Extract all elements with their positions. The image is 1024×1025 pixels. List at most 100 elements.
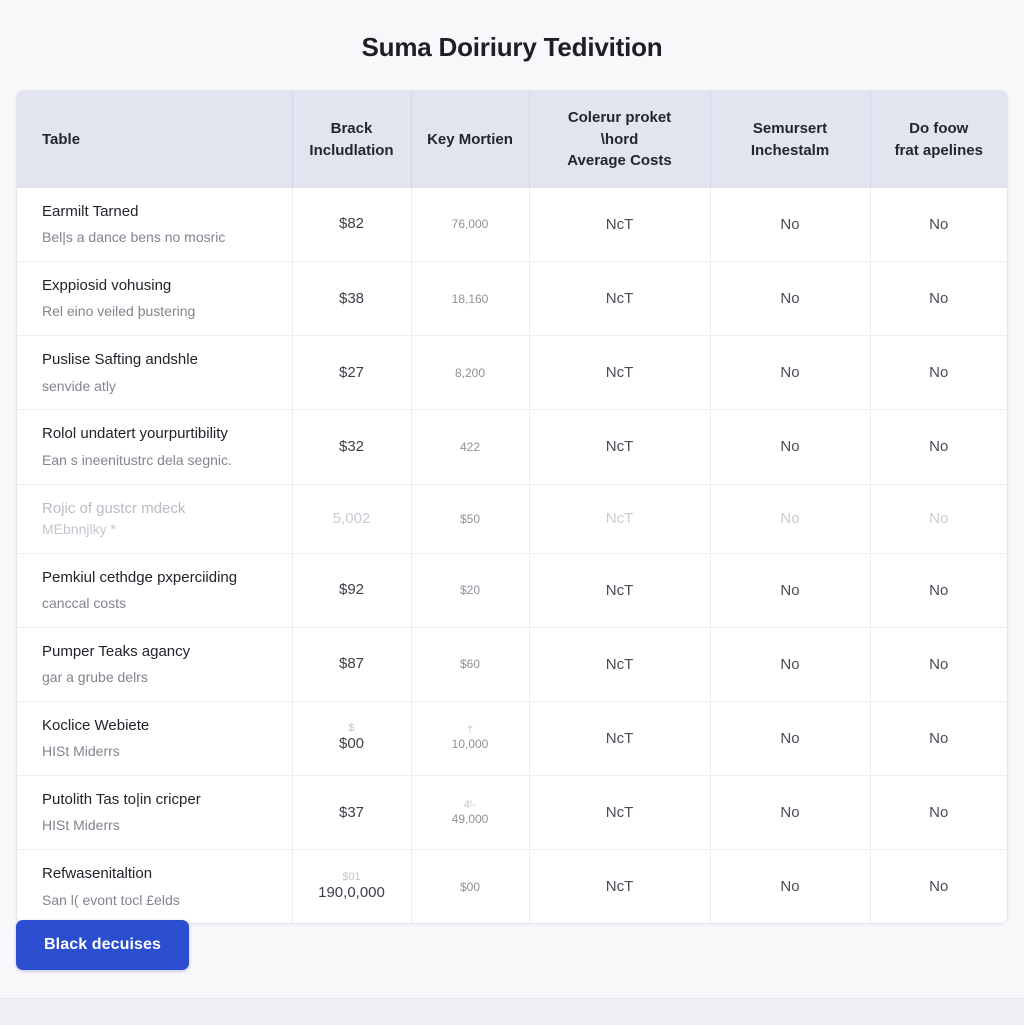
row-name-cell: Rojic of gustcr mdeck MEbnnjlky * [17, 483, 293, 554]
row-brack-cell-value: $38 [338, 289, 365, 307]
row-colerur-cell-value: NcT [605, 730, 634, 748]
row-brack-cell: $92 [292, 552, 412, 628]
row-dofoow-cell: No [870, 188, 1007, 262]
table-row[interactable]: Putolith Tas to|in cricper HISt Miderrs $3… [17, 775, 1007, 850]
row-semursert-cell-value: No [780, 216, 800, 234]
row-brack-cell-value: $87 [338, 655, 365, 673]
row-brack-cell: $37 [292, 775, 412, 850]
row-dofoow-cell-value: No [929, 510, 949, 528]
column-header-key[interactable]: Key Mortien [411, 91, 530, 188]
row-dofoow-cell-value: No [929, 364, 949, 382]
row-brack-cell-value: $37 [338, 803, 365, 821]
row-brack-cell-value: $92 [338, 581, 365, 599]
column-header-semursert[interactable]: Semursert Inchestalm [710, 91, 871, 188]
row-semursert-cell-value: No [780, 655, 800, 673]
row-dofoow-cell-value: No [929, 655, 949, 673]
row-brack-cell-value: $82 [338, 215, 365, 233]
column-header-colerur[interactable]: Colerur proket \hord Average Costs [529, 91, 711, 188]
row-name-cell: Pemkiul cethdge pxperciiding canccal cost… [17, 552, 293, 628]
table-row[interactable]: Koclice Webiete HISt Miderrs $ $00 † 10,000 Nc… [17, 700, 1007, 776]
row-semursert-cell-value: No [780, 730, 800, 748]
row-brack-cell: $ $00 [292, 700, 412, 776]
row-name-cell: Koclice Webiete HISt Miderrs [17, 700, 293, 776]
column-header-colerur-line-0: Colerur proket [567, 108, 672, 126]
row-colerur-cell-value: NcT [605, 510, 634, 528]
page-title: Suma Doiriury Tedivition [361, 32, 663, 62]
page-root: Suma Doiriury Tedivition Table Brack Inc… [0, 0, 1024, 1025]
row-key-cell-value: $00 [459, 879, 481, 894]
row-title: Putolith Tas to|in cricper [42, 791, 201, 809]
row-brack-cell-value: $32 [338, 437, 365, 455]
row-brack-cell: $38 [292, 261, 412, 336]
table-row[interactable]: Rolol undatert yourpurtibility Ean s inee… [17, 409, 1007, 485]
row-colerur-cell-value: NcT [605, 581, 634, 599]
row-colerur-cell: NcT [529, 700, 711, 776]
row-name-cell: Puslise Safting andshle senvide atly [17, 335, 293, 410]
row-brack-cell-marker: $ [348, 722, 355, 735]
row-subtitle: Bel|s a dance bens no mosric [42, 229, 226, 246]
row-semursert-cell-value: No [780, 438, 800, 456]
column-header-name[interactable]: Table [17, 91, 293, 188]
row-title: Exppiosid vohusing [42, 277, 172, 295]
table-row[interactable]: Pumper Teaks agancy gar a grube delrs $87 $… [17, 626, 1007, 702]
row-subtitle: senvide atly [42, 377, 116, 394]
row-dofoow-cell: No [870, 409, 1007, 485]
row-brack-cell: 5,002 [292, 483, 412, 554]
row-colerur-cell-value: NcT [605, 878, 634, 896]
row-semursert-cell: No [710, 483, 871, 554]
row-colerur-cell: NcT [529, 626, 711, 702]
row-dofoow-cell: No [870, 849, 1007, 924]
column-header-brack-line-1: Includlation [309, 141, 394, 159]
row-colerur-cell: NcT [529, 188, 711, 262]
row-title: Koclice Webiete [42, 716, 150, 734]
row-semursert-cell-value: No [780, 581, 800, 599]
row-subtitle: HISt Miderrs [42, 743, 120, 760]
row-brack-cell: $27 [292, 335, 412, 410]
column-header-semursert-line-1: Inchestalm [750, 141, 830, 159]
table-row[interactable]: Earmilt Tarned Bel|s a dance bens no mosr… [17, 188, 1007, 262]
row-key-cell: $60 [411, 626, 530, 702]
row-dofoow-cell: No [870, 552, 1007, 628]
row-semursert-cell: No [710, 552, 871, 628]
row-colerur-cell: NcT [529, 552, 711, 628]
row-colerur-cell: NcT [529, 849, 711, 924]
row-brack-cell-value: 5,002 [332, 509, 371, 527]
row-semursert-cell: No [710, 409, 871, 485]
row-semursert-cell-value: No [780, 290, 800, 308]
bottom-band [0, 998, 1024, 1025]
row-key-cell: 18,160 [411, 261, 530, 336]
row-key-cell-value: 10,000 [451, 737, 489, 752]
row-colerur-cell: NcT [529, 335, 711, 410]
row-colerur-cell: NcT [529, 483, 711, 554]
row-key-cell-value: $50 [459, 511, 481, 526]
row-subtitle: canccal costs [42, 594, 127, 611]
table-row[interactable]: Pemkiul cethdge pxperciiding canccal cost… [17, 552, 1007, 628]
row-dofoow-cell-value: No [929, 878, 949, 896]
row-semursert-cell: No [710, 261, 871, 336]
row-key-cell-value: $20 [459, 583, 481, 598]
table-row[interactable]: Refwasenitaltion San l( evont tocl £elds $… [17, 849, 1007, 924]
column-header-brack[interactable]: Brack Includlation [292, 91, 412, 188]
row-semursert-cell: No [710, 335, 871, 410]
row-key-cell: 8,200 [411, 335, 530, 410]
row-subtitle: Rel eino veiled þustering [42, 303, 196, 320]
table-row[interactable]: Puslise Safting andshle senvide atly $27 8,… [17, 335, 1007, 410]
black-decuises-button[interactable]: Black decuises [16, 920, 190, 970]
row-title: Pumper Teaks agancy [42, 642, 191, 660]
column-header-key-line-0: Key Mortien [427, 130, 513, 148]
row-dofoow-cell-value: No [929, 216, 949, 234]
row-colerur-cell: NcT [529, 775, 711, 850]
table-row[interactable]: Rojic of gustcr mdeck MEbnnjlky * 5,002 $50… [17, 483, 1007, 554]
row-title: Refwasenitaltion [42, 865, 153, 883]
row-name-cell: Rolol undatert yourpurtibility Ean s inee… [17, 409, 293, 485]
row-key-cell: $20 [411, 552, 530, 628]
table-row[interactable]: Exppiosid vohusing Rel eino veiled þuster… [17, 261, 1007, 336]
row-brack-cell: $82 [292, 188, 412, 262]
row-key-cell-value: 76,000 [451, 217, 489, 232]
row-key-cell-value: $60 [459, 657, 481, 672]
column-header-semursert-line-0: Semursert [752, 119, 828, 137]
column-header-dofoow[interactable]: Do foow frat apelines [870, 91, 1007, 188]
row-semursert-cell: No [710, 188, 871, 262]
column-header-colerur-line-1: \hord [600, 130, 639, 148]
row-key-cell: 76,000 [411, 188, 530, 262]
